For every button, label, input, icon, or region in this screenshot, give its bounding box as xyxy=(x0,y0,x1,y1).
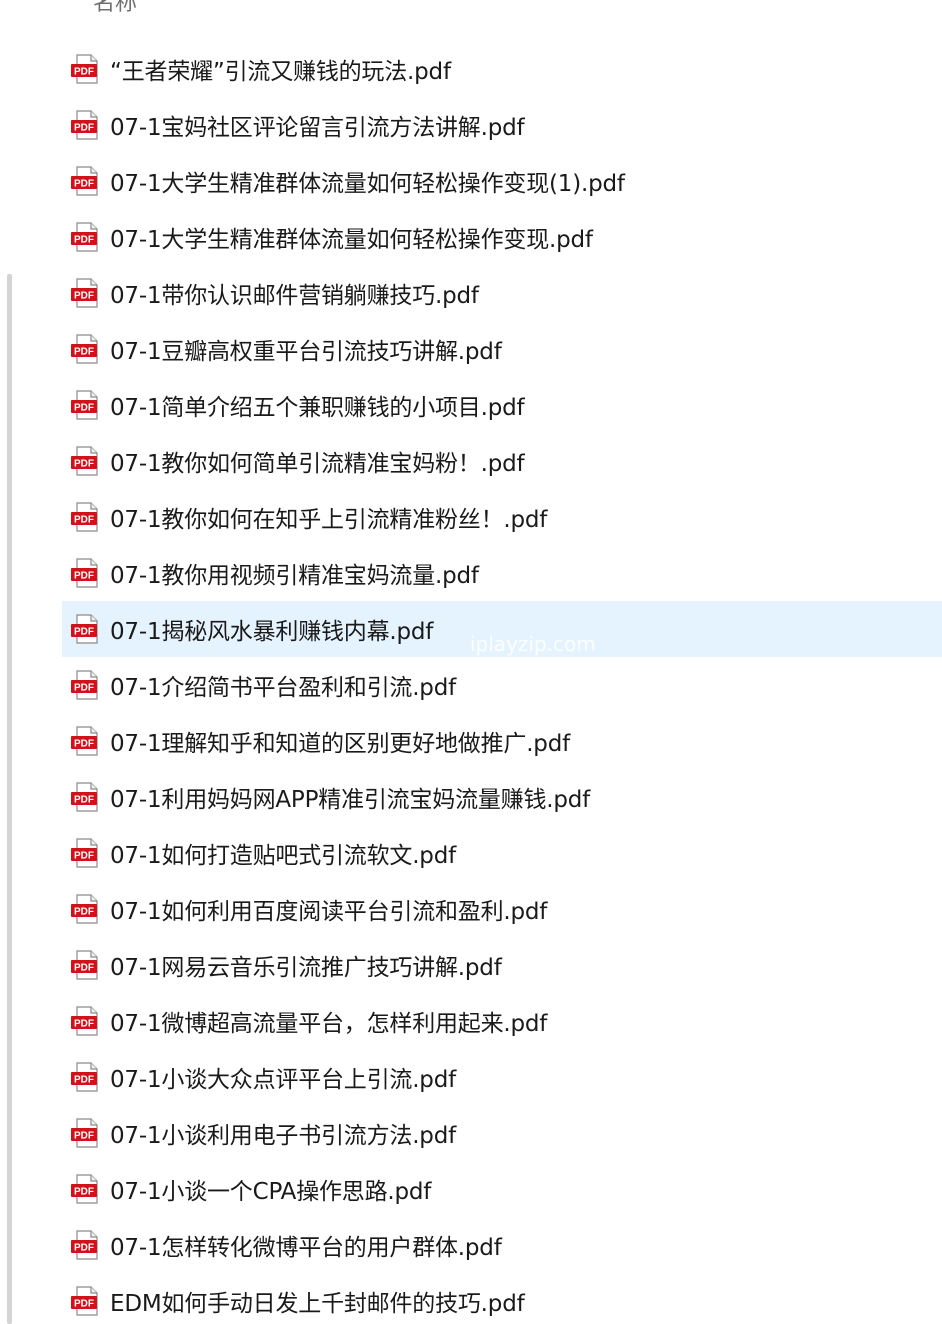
file-row[interactable]: PDF 07-1理解知乎和知道的区别更好地做推广.pdf xyxy=(62,713,942,769)
pdf-file-icon: PDF xyxy=(70,1173,102,1205)
pdf-icon-label: PDF xyxy=(74,515,94,526)
file-row[interactable]: PDF 07-1大学生精准群体流量如何轻松操作变现(1).pdf xyxy=(62,153,942,209)
file-row[interactable]: PDF 07-1微博超高流量平台，怎样利用起来.pdf xyxy=(62,993,942,1049)
pdf-file-icon: PDF xyxy=(70,389,102,421)
file-row[interactable]: PDF 07-1小谈一个CPA操作思路.pdf xyxy=(62,1161,942,1217)
file-row[interactable]: PDF 07-1教你如何简单引流精准宝妈粉！.pdf xyxy=(62,433,942,489)
pdf-icon-label: PDF xyxy=(74,795,94,806)
file-name: 07-1带你认识邮件营销躺赚技巧.pdf xyxy=(110,283,479,309)
pdf-icon-label: PDF xyxy=(74,1187,94,1198)
pdf-file-icon: PDF xyxy=(70,1117,102,1149)
pdf-icon-label: PDF xyxy=(74,1019,94,1030)
pdf-icon-label: PDF xyxy=(74,739,94,750)
file-row[interactable]: PDF 07-1如何利用百度阅读平台引流和盈利.pdf xyxy=(62,881,942,937)
pdf-icon-label: PDF xyxy=(74,235,94,246)
pdf-icon-label: PDF xyxy=(74,403,94,414)
pdf-icon-label: PDF xyxy=(74,1075,94,1086)
file-name: 07-1教你如何在知乎上引流精准粉丝！.pdf xyxy=(110,507,548,533)
file-name: “王者荣耀”引流又赚钱的玩法.pdf xyxy=(110,59,451,85)
file-row[interactable]: PDF 07-1带你认识邮件营销躺赚技巧.pdf xyxy=(62,265,942,321)
file-row[interactable]: PDF 07-1宝妈社区评论留言引流方法讲解.pdf xyxy=(62,97,942,153)
pdf-file-icon: PDF xyxy=(70,893,102,925)
file-name: 07-1如何利用百度阅读平台引流和盈利.pdf xyxy=(110,899,548,925)
pdf-file-icon: PDF xyxy=(70,1229,102,1261)
pdf-file-icon: PDF xyxy=(70,781,102,813)
navigation-pane-scrollbar-track[interactable] xyxy=(0,0,30,1324)
pdf-icon-label: PDF xyxy=(74,1243,94,1254)
file-row[interactable]: PDF 07-1网易云音乐引流推广技巧讲解.pdf xyxy=(62,937,942,993)
pdf-file-icon: PDF xyxy=(70,1005,102,1037)
pdf-file-icon: PDF xyxy=(70,725,102,757)
pdf-file-icon: PDF xyxy=(70,1285,102,1317)
file-row[interactable]: PDF 07-1如何打造贴吧式引流软文.pdf xyxy=(62,825,942,881)
pdf-file-icon: PDF xyxy=(70,501,102,533)
pdf-file-icon: PDF xyxy=(70,557,102,589)
file-row[interactable]: PDF 07-1利用妈妈网APP精准引流宝妈流量赚钱.pdf xyxy=(62,769,942,825)
pdf-file-icon: PDF xyxy=(70,221,102,253)
file-name: 07-1大学生精准群体流量如何轻松操作变现.pdf xyxy=(110,227,593,253)
file-name: 07-1怎样转化微博平台的用户群体.pdf xyxy=(110,1235,502,1261)
pdf-icon-label: PDF xyxy=(74,907,94,918)
pdf-file-icon: PDF xyxy=(70,53,102,85)
pdf-icon-label: PDF xyxy=(74,571,94,582)
pdf-file-icon: PDF xyxy=(70,669,102,701)
file-name: 07-1教你用视频引精准宝妈流量.pdf xyxy=(110,563,479,589)
file-row[interactable]: PDF “王者荣耀”引流又赚钱的玩法.pdf xyxy=(62,41,942,97)
file-name: 07-1如何打造贴吧式引流软文.pdf xyxy=(110,843,457,869)
pdf-icon-label: PDF xyxy=(74,1131,94,1142)
pdf-file-icon: PDF xyxy=(70,109,102,141)
file-name: EDM如何手动日发上千封邮件的技巧.pdf xyxy=(110,1291,525,1317)
file-name: 07-1网易云音乐引流推广技巧讲解.pdf xyxy=(110,955,502,981)
pdf-icon-label: PDF xyxy=(74,963,94,974)
file-name: 07-1宝妈社区评论留言引流方法讲解.pdf xyxy=(110,115,525,141)
pdf-icon-label: PDF xyxy=(74,1299,94,1310)
file-name: 07-1利用妈妈网APP精准引流宝妈流量赚钱.pdf xyxy=(110,787,591,813)
file-name: 07-1微博超高流量平台，怎样利用起来.pdf xyxy=(110,1011,548,1037)
file-name: 07-1小谈大众点评平台上引流.pdf xyxy=(110,1067,457,1093)
file-row[interactable]: PDF 07-1豆瓣高权重平台引流技巧讲解.pdf xyxy=(62,321,942,377)
file-row[interactable]: PDF 07-1大学生精准群体流量如何轻松操作变现.pdf xyxy=(62,209,942,265)
pdf-icon-label: PDF xyxy=(74,67,94,78)
file-list: PDF “王者荣耀”引流又赚钱的玩法.pdf PDF 07-1宝妈社区评论留言引流方法… xyxy=(62,41,942,1324)
pdf-icon-label: PDF xyxy=(74,179,94,190)
file-name: 07-1大学生精准群体流量如何轻松操作变现(1).pdf xyxy=(110,171,625,197)
pdf-icon-label: PDF xyxy=(74,123,94,134)
file-row[interactable]: PDF EDM如何手动日发上千封邮件的技巧.pdf xyxy=(62,1273,942,1324)
pdf-icon-label: PDF xyxy=(74,291,94,302)
pdf-icon-label: PDF xyxy=(74,627,94,638)
navigation-pane-scrollbar-thumb[interactable] xyxy=(7,274,12,1324)
pdf-icon-label: PDF xyxy=(74,683,94,694)
name-column-header[interactable]: 名称 xyxy=(93,0,137,19)
file-name: 07-1简单介绍五个兼职赚钱的小项目.pdf xyxy=(110,395,525,421)
pdf-file-icon: PDF xyxy=(70,949,102,981)
file-name: 07-1揭秘风水暴利赚钱内幕.pdf xyxy=(110,619,434,645)
file-name: 07-1豆瓣高权重平台引流技巧讲解.pdf xyxy=(110,339,502,365)
file-row[interactable]: PDF 07-1介绍简书平台盈利和引流.pdf xyxy=(62,657,942,713)
pdf-file-icon: PDF xyxy=(70,445,102,477)
file-row[interactable]: PDF 07-1简单介绍五个兼职赚钱的小项目.pdf xyxy=(62,377,942,433)
file-explorer-window: 名称 PDF “王者荣耀”引流又赚钱的玩法.pdf PDF 07-1宝妈社区评论留言引… xyxy=(0,0,942,1324)
pdf-file-icon: PDF xyxy=(70,1061,102,1093)
pdf-file-icon: PDF xyxy=(70,613,102,645)
file-row[interactable]: PDF 07-1教你用视频引精准宝妈流量.pdf xyxy=(62,545,942,601)
file-name: 07-1小谈利用电子书引流方法.pdf xyxy=(110,1123,457,1149)
file-name: 07-1小谈一个CPA操作思路.pdf xyxy=(110,1179,432,1205)
pdf-icon-label: PDF xyxy=(74,347,94,358)
file-row[interactable]: PDF 07-1揭秘风水暴利赚钱内幕.pdf xyxy=(62,601,942,657)
pdf-file-icon: PDF xyxy=(70,277,102,309)
file-row[interactable]: PDF 07-1教你如何在知乎上引流精准粉丝！.pdf xyxy=(62,489,942,545)
pdf-icon-label: PDF xyxy=(74,459,94,470)
pdf-file-icon: PDF xyxy=(70,333,102,365)
file-name: 07-1教你如何简单引流精准宝妈粉！.pdf xyxy=(110,451,525,477)
file-name: 07-1理解知乎和知道的区别更好地做推广.pdf xyxy=(110,731,571,757)
file-name: 07-1介绍简书平台盈利和引流.pdf xyxy=(110,675,457,701)
pdf-file-icon: PDF xyxy=(70,165,102,197)
file-row[interactable]: PDF 07-1怎样转化微博平台的用户群体.pdf xyxy=(62,1217,942,1273)
file-row[interactable]: PDF 07-1小谈利用电子书引流方法.pdf xyxy=(62,1105,942,1161)
pdf-icon-label: PDF xyxy=(74,851,94,862)
pdf-file-icon: PDF xyxy=(70,837,102,869)
file-row[interactable]: PDF 07-1小谈大众点评平台上引流.pdf xyxy=(62,1049,942,1105)
